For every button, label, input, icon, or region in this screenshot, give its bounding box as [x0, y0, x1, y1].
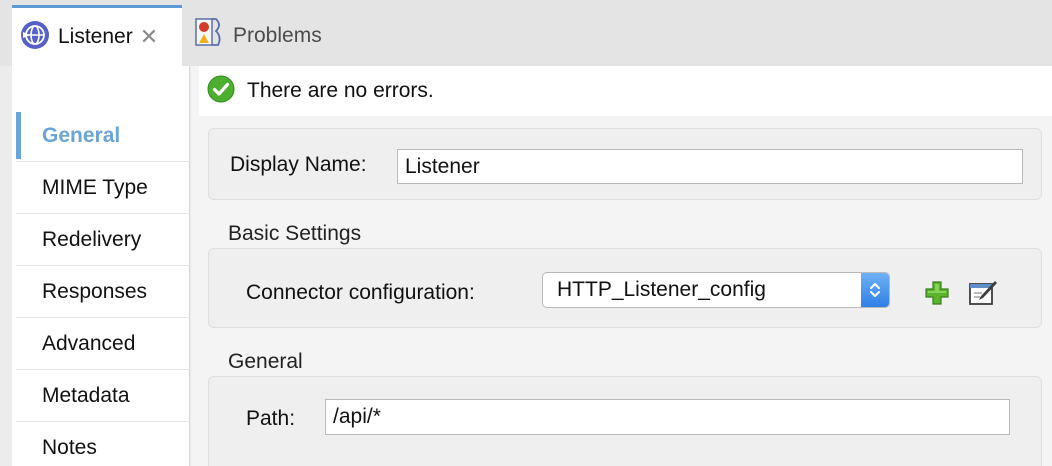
general-panel: Path: — [208, 376, 1042, 466]
display-name-input[interactable] — [397, 149, 1023, 184]
sidebar-item-metadata[interactable]: Metadata — [16, 370, 190, 422]
sidebar-item-notes[interactable]: Notes — [16, 422, 190, 466]
connector-configuration-select[interactable]: HTTP_Listener_config — [542, 272, 890, 308]
path-label: Path: — [246, 407, 296, 430]
sidebar-item-mime-type[interactable]: MIME Type — [16, 162, 190, 214]
sidebar-item-label: General — [42, 123, 121, 147]
chevron-up-down-icon — [861, 273, 889, 307]
sidebar-item-label: MIME Type — [42, 175, 148, 199]
general-section-title: General — [228, 350, 303, 373]
status-message: There are no errors. — [247, 79, 434, 102]
sidebar-nav: General MIME Type Redelivery Responses A… — [16, 110, 190, 466]
sidebar-item-general[interactable]: General — [16, 110, 190, 162]
status-bar: There are no errors. — [199, 66, 1052, 116]
properties-main: There are no errors. Display Name: Basic… — [191, 66, 1052, 466]
basic-settings-panel: Connector configuration: HTTP_Listener_c… — [208, 248, 1042, 328]
tab-problems-label: Problems — [233, 23, 322, 47]
sidebar-item-label: Redelivery — [42, 227, 142, 251]
path-input[interactable] — [325, 399, 1010, 435]
check-circle-icon — [207, 75, 235, 108]
sidebar-item-redelivery[interactable]: Redelivery — [16, 214, 190, 266]
editor-tab-bar: Listener ✕ Problems — [0, 0, 1052, 66]
plus-icon[interactable] — [922, 278, 952, 308]
edit-icon[interactable] — [968, 278, 998, 308]
problems-icon — [194, 17, 224, 54]
listener-globe-icon — [20, 20, 50, 55]
display-name-label: Display Name: — [230, 153, 367, 176]
connector-configuration-value: HTTP_Listener_config — [557, 278, 766, 301]
connector-configuration-label: Connector configuration: — [246, 281, 475, 304]
sidebar-item-label: Responses — [42, 279, 148, 303]
basic-settings-title: Basic Settings — [228, 222, 362, 245]
sidebar-item-label: Advanced — [42, 331, 136, 355]
sidebar-item-responses[interactable]: Responses — [16, 266, 190, 318]
close-icon[interactable]: ✕ — [140, 26, 158, 48]
properties-sidebar: General MIME Type Redelivery Responses A… — [12, 66, 190, 466]
tab-listener[interactable]: Listener ✕ — [12, 5, 182, 66]
display-name-panel: Display Name: — [208, 128, 1042, 200]
sidebar-item-label: Notes — [42, 435, 97, 459]
tab-listener-label: Listener — [58, 25, 133, 48]
sidebar-item-advanced[interactable]: Advanced — [16, 318, 190, 370]
tab-problems[interactable]: Problems — [194, 5, 354, 66]
sidebar-item-label: Metadata — [42, 383, 130, 407]
